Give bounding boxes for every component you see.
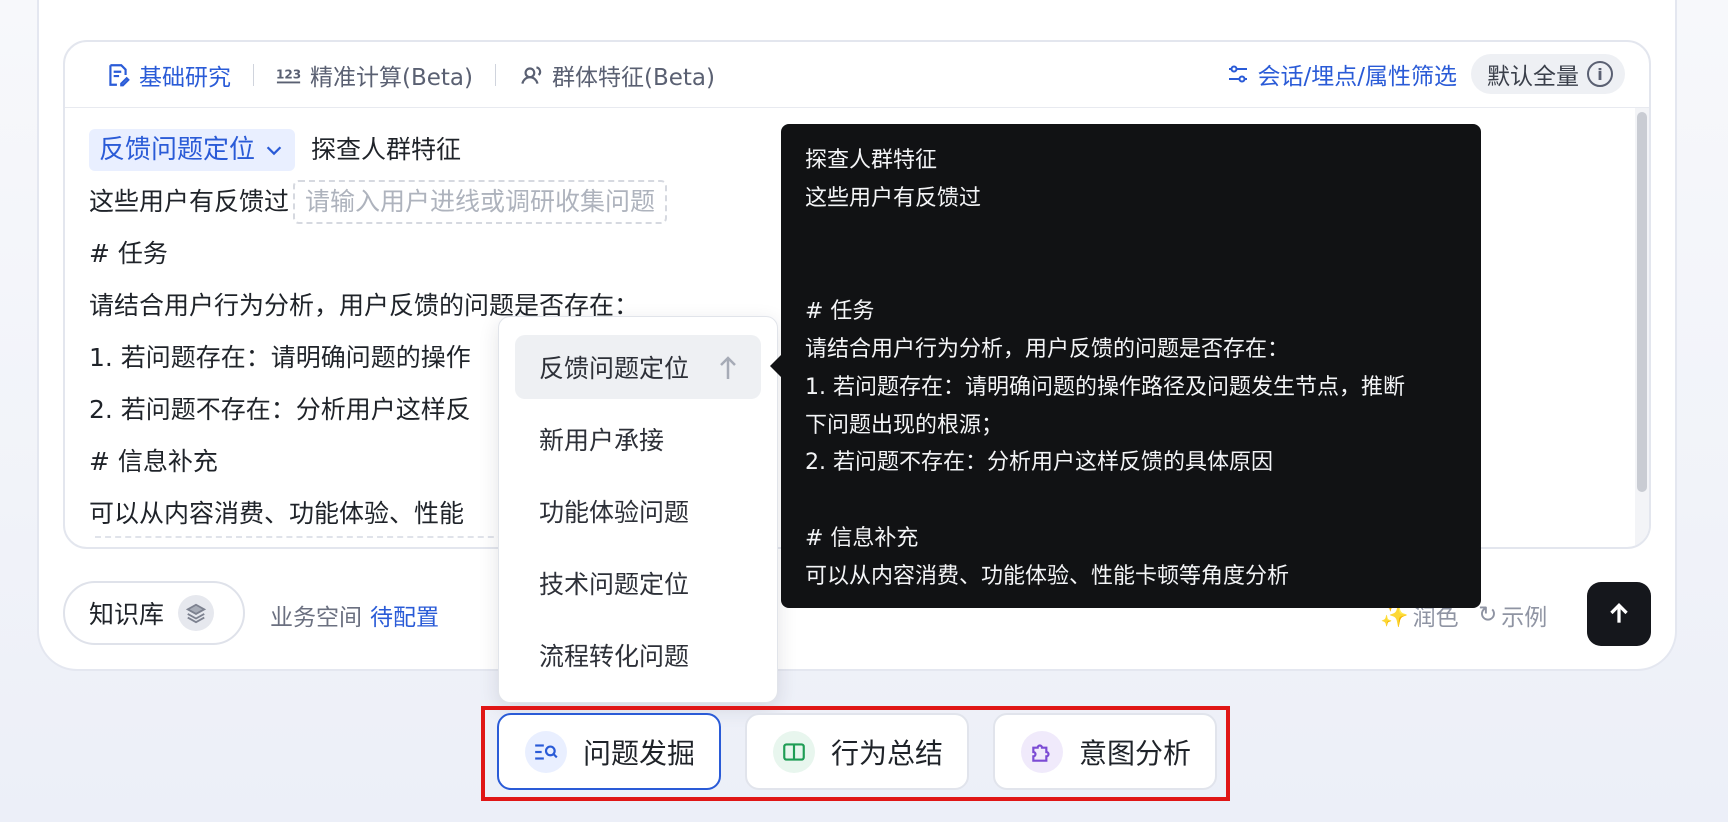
session-filter-link[interactable]: 会话/埋点/属性筛选 xyxy=(1226,57,1458,91)
book-split-icon xyxy=(773,730,815,773)
tooltip-line: 探查人群特征 xyxy=(805,148,938,173)
tooltip-line: 这些用户有反馈过 xyxy=(805,185,982,211)
tooltip-line: 可以从内容消费、功能体验、性能卡顿等角度分析 xyxy=(805,563,1290,589)
shortcut-intent-analysis[interactable]: 意图分析 xyxy=(993,713,1217,790)
default-scope-pill[interactable]: 默认全量 i xyxy=(1471,54,1625,94)
chevron-down-icon xyxy=(266,146,282,156)
dropdown-item-label: 反馈问题定位 xyxy=(539,354,690,383)
feedback-slot-input[interactable]: 请输入用户进线或调研收集问题 xyxy=(293,180,668,224)
template-preview-tooltip: 探查人群特征 这些用户有反馈过 # 任务 请结合用户行为分析，用户反馈的问题是否… xyxy=(781,124,1481,608)
tooltip-line xyxy=(805,255,1457,293)
tab-group-features-label: 群体特征(Beta) xyxy=(552,64,715,91)
svg-text:123: 123 xyxy=(276,67,301,81)
tooltip-line xyxy=(805,482,1457,520)
layers-icon xyxy=(178,595,215,631)
prompt-title-text: 探查人群特征 xyxy=(311,135,462,164)
dropdown-item-new-user[interactable]: 新用户承接 xyxy=(515,407,761,471)
numbers-123-icon: 123 xyxy=(276,67,301,83)
dropdown-item-feedback-locate[interactable]: 反馈问题定位 xyxy=(515,335,761,399)
session-filter-label: 会话/埋点/属性筛选 xyxy=(1257,64,1458,90)
dropdown-item-feature-experience[interactable]: 功能体验问题 xyxy=(515,479,761,543)
send-button[interactable] xyxy=(1587,582,1651,646)
shortcut-label: 意图分析 xyxy=(1079,736,1192,770)
shortcut-behavior-summary[interactable]: 行为总结 xyxy=(745,713,969,790)
tooltip-line: 请结合用户行为分析，用户反馈的问题是否存在： xyxy=(805,336,1290,362)
feedback-prefix-text: 这些用户有反馈过 xyxy=(89,187,290,216)
tab-precise-calc-label: 精准计算(Beta) xyxy=(310,64,473,91)
dropdown-item-label: 新用户承接 xyxy=(539,426,665,455)
mode-tab-bar: 基础研究 123 精准计算(Beta) 群体特征(Beta) 会话/埋点/属性筛… xyxy=(65,42,1649,108)
tooltip-line: 1. 若问题存在：请明确问题的操作路径及问题发生节点，推断 xyxy=(805,374,1405,400)
tooltip-line: # 信息补充 xyxy=(805,525,919,551)
example-label: 示例 xyxy=(1501,605,1548,631)
tab-precise-calc[interactable]: 123 精准计算(Beta) xyxy=(276,58,473,92)
user-group-icon xyxy=(521,65,542,84)
shortcut-issue-discovery[interactable]: 问题发掘 xyxy=(497,713,721,790)
business-space: 业务空间 待配置 xyxy=(270,598,439,632)
editor-scrollbar[interactable] xyxy=(1637,112,1647,492)
tab-group-features[interactable]: 群体特征(Beta) xyxy=(518,58,715,92)
knowledge-base-label: 知识库 xyxy=(89,600,165,629)
dropdown-item-label: 功能体验问题 xyxy=(539,498,690,527)
arrow-up-icon xyxy=(1610,603,1628,623)
template-select[interactable]: 反馈问题定位 xyxy=(89,129,296,171)
tooltip-line xyxy=(805,218,1457,256)
pin-icon[interactable] xyxy=(717,355,739,381)
document-edit-icon xyxy=(109,63,130,86)
example-button[interactable]: ↻ 示例 xyxy=(1478,598,1547,632)
shortcut-label: 问题发掘 xyxy=(583,736,696,770)
tooltip-line: 2. 若问题不存在：分析用户这样反馈的具体原因 xyxy=(805,450,1273,476)
dropdown-item-label: 技术问题定位 xyxy=(539,570,690,599)
search-list-icon xyxy=(525,730,567,773)
filter-area: 会话/埋点/属性筛选 默认全量 i xyxy=(1226,54,1625,94)
tab-basic-research-label: 基础研究 xyxy=(139,64,231,91)
knowledge-base-button[interactable]: 知识库 xyxy=(63,581,245,645)
dropdown-item-tech-issue[interactable]: 技术问题定位 xyxy=(515,551,761,615)
dropdown-item-funnel-conversion[interactable]: 流程转化问题 xyxy=(515,623,761,687)
tooltip-line: # 任务 xyxy=(805,299,875,325)
business-space-label: 业务空间 xyxy=(270,605,362,631)
tooltip-line: 下问题出现的根源； xyxy=(805,412,1004,438)
dropdown-item-label: 流程转化问题 xyxy=(539,642,690,671)
business-space-config-link[interactable]: 待配置 xyxy=(370,605,439,631)
template-dropdown-menu: 反馈问题定位 新用户承接 功能体验问题 技术问题定位 流程转化问题 xyxy=(498,316,778,703)
template-select-label: 反馈问题定位 xyxy=(99,135,256,165)
sliders-icon xyxy=(1228,65,1247,83)
info-icon[interactable]: i xyxy=(1587,61,1613,87)
tab-divider xyxy=(495,63,496,86)
refresh-icon: ↻ xyxy=(1478,602,1498,628)
shortcut-label: 行为总结 xyxy=(831,736,944,770)
tab-basic-research[interactable]: 基础研究 xyxy=(105,58,231,92)
default-scope-label: 默认全量 xyxy=(1487,64,1579,90)
puzzle-icon xyxy=(1021,730,1063,773)
tab-divider xyxy=(253,63,254,86)
